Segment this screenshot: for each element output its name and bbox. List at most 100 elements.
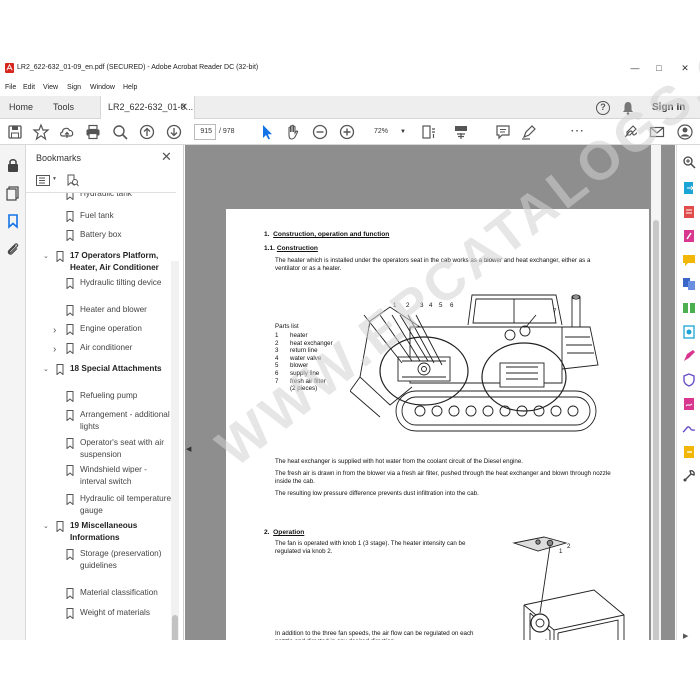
close-tab-icon[interactable]: ✕ [180, 96, 188, 119]
bookmark-item[interactable]: Windshield wiper - interval switch [80, 464, 172, 487]
create-pdf-icon[interactable] [682, 205, 696, 219]
menu-view[interactable]: View [43, 84, 58, 91]
bookmark-flag-icon [66, 608, 74, 619]
minimize-button[interactable]: — [628, 62, 642, 74]
bookmark-item[interactable]: Hydraulic tank [80, 193, 172, 200]
bookmark-item[interactable]: Weight of materials [80, 607, 172, 619]
find-bookmark-icon[interactable] [66, 174, 79, 187]
pdf-page: 1. Construction, operation and function … [226, 209, 649, 640]
scan-icon[interactable] [682, 325, 696, 339]
bookmarks-scrollbar[interactable] [171, 261, 179, 640]
callout-3: 3 [420, 302, 424, 309]
send-for-signature-icon[interactable] [682, 397, 696, 411]
options-menu-icon[interactable] [36, 175, 50, 186]
bookmark-item[interactable]: Arrangement - additional lights [80, 409, 172, 432]
bookmark-flag-icon [66, 278, 74, 289]
organize-pages-icon[interactable] [682, 301, 696, 315]
bookmark-item[interactable]: Battery box [80, 229, 172, 241]
edit-pdf-icon[interactable] [682, 229, 696, 243]
save-icon[interactable] [6, 123, 24, 141]
page-number-input[interactable]: 915 [194, 124, 216, 140]
hand-tool-icon[interactable] [284, 123, 302, 141]
tab-tools[interactable]: Tools [53, 96, 74, 119]
chevron-down-icon[interactable]: ▼ [52, 176, 57, 182]
bookmark-item[interactable]: Hydraulic tilting device [80, 277, 172, 289]
expand-caret-icon[interactable]: ⌄ [43, 252, 49, 260]
maximize-button[interactable]: □ [652, 62, 666, 74]
comment-tool-icon[interactable] [682, 253, 696, 267]
zoom-level-select[interactable]: 72% ▼ [364, 124, 408, 140]
bookmark-item[interactable]: 17 Operators Platform, Heater, Air Condi… [70, 250, 172, 273]
more-options-icon[interactable]: ⋯ [568, 123, 586, 141]
zoom-search-icon[interactable] [111, 123, 129, 141]
search-icon[interactable] [682, 155, 696, 169]
sign-in-button[interactable]: Sign In [652, 102, 685, 113]
menu-sign[interactable]: Sign [67, 84, 81, 91]
attachment-icon[interactable] [5, 241, 21, 257]
expand-caret-icon[interactable]: ⌄ [43, 522, 49, 530]
tab-home[interactable]: Home [9, 96, 33, 119]
bookmark-item[interactable]: Material classification [80, 587, 172, 599]
bookmark-item[interactable]: Heater and blower [80, 304, 172, 316]
select-cursor-icon[interactable] [258, 123, 276, 141]
help-icon[interactable]: ? [596, 101, 610, 115]
comment-icon[interactable] [494, 123, 512, 141]
bookmark-item[interactable]: Fuel tank [80, 210, 172, 222]
bookmark-item[interactable]: 19 Miscellaneous Informations [70, 520, 172, 543]
fit-page-icon[interactable] [420, 123, 438, 141]
bookmark-icon[interactable] [5, 213, 21, 229]
highlight-pen-icon[interactable] [520, 123, 538, 141]
section-1-title: Construction, operation and function [273, 231, 390, 238]
collapse-caret-icon[interactable]: › [53, 344, 56, 355]
share-icon[interactable] [682, 445, 696, 459]
collapse-caret-icon[interactable]: › [53, 325, 56, 336]
menu-edit[interactable]: Edit [23, 84, 35, 91]
collapse-right-icon[interactable]: ▶ [683, 632, 688, 640]
combine-files-icon[interactable] [682, 277, 696, 291]
bookmark-item[interactable]: Operator's seat with air suspension [80, 437, 172, 460]
lock-icon[interactable] [5, 157, 21, 173]
account-icon[interactable] [676, 123, 694, 141]
bookmark-flag-icon [66, 465, 74, 476]
star-icon[interactable] [32, 123, 50, 141]
scroll-mode-icon[interactable] [452, 123, 470, 141]
protect-icon[interactable] [682, 373, 696, 387]
menu-file[interactable]: File [5, 84, 16, 91]
next-page-icon[interactable] [165, 123, 183, 141]
collapse-left-icon[interactable]: ◀ [186, 445, 191, 453]
close-panel-icon[interactable]: ✕ [161, 149, 172, 165]
zoom-level-value: 72% [374, 128, 389, 135]
fill-sign-icon[interactable] [682, 349, 696, 363]
bell-icon[interactable] [622, 101, 634, 115]
menu-help[interactable]: Help [123, 84, 137, 91]
sign-tool-icon[interactable] [622, 123, 640, 141]
sign-icon[interactable] [682, 421, 696, 435]
bookmark-flag-icon [66, 588, 74, 599]
menu-window[interactable]: Window [90, 84, 115, 91]
bookmark-item[interactable]: Hydraulic oil temperature gauge [80, 493, 172, 516]
zoom-out-icon[interactable] [311, 123, 329, 141]
document-scroll-thumb[interactable] [653, 220, 659, 640]
close-window-button[interactable]: ✕ [678, 62, 692, 74]
left-nav-strip [0, 145, 26, 640]
more-tools-icon[interactable] [682, 469, 696, 483]
bookmarks-scroll-thumb[interactable] [172, 615, 178, 640]
zoom-in-icon[interactable] [338, 123, 356, 141]
bookmark-list: Hydraulic tank Fuel tank Battery box ⌄ 17 Op… [26, 192, 176, 640]
bookmark-item[interactable]: Storage (preservation) guidelines [80, 548, 172, 571]
export-pdf-icon[interactable] [682, 181, 696, 195]
bookmark-item[interactable]: Air conditioner [80, 342, 172, 354]
previous-page-icon[interactable] [138, 123, 156, 141]
pages-icon[interactable] [5, 185, 21, 201]
tab-document[interactable]: LR2_622-632_01-0... ✕ [100, 96, 195, 120]
callout-6: 6 [450, 302, 454, 309]
bookmark-flag-icon [66, 230, 74, 241]
email-icon[interactable] [648, 123, 666, 141]
bookmark-item[interactable]: Refueling pump [80, 390, 172, 402]
bookmark-item[interactable]: 18 Special Attachments [70, 363, 172, 375]
bookmark-item[interactable]: Engine operation [80, 323, 172, 335]
expand-caret-icon[interactable]: ⌄ [43, 365, 49, 373]
cloud-upload-icon[interactable] [58, 123, 76, 141]
bookmark-flag-icon [56, 251, 64, 262]
print-icon[interactable] [84, 123, 102, 141]
